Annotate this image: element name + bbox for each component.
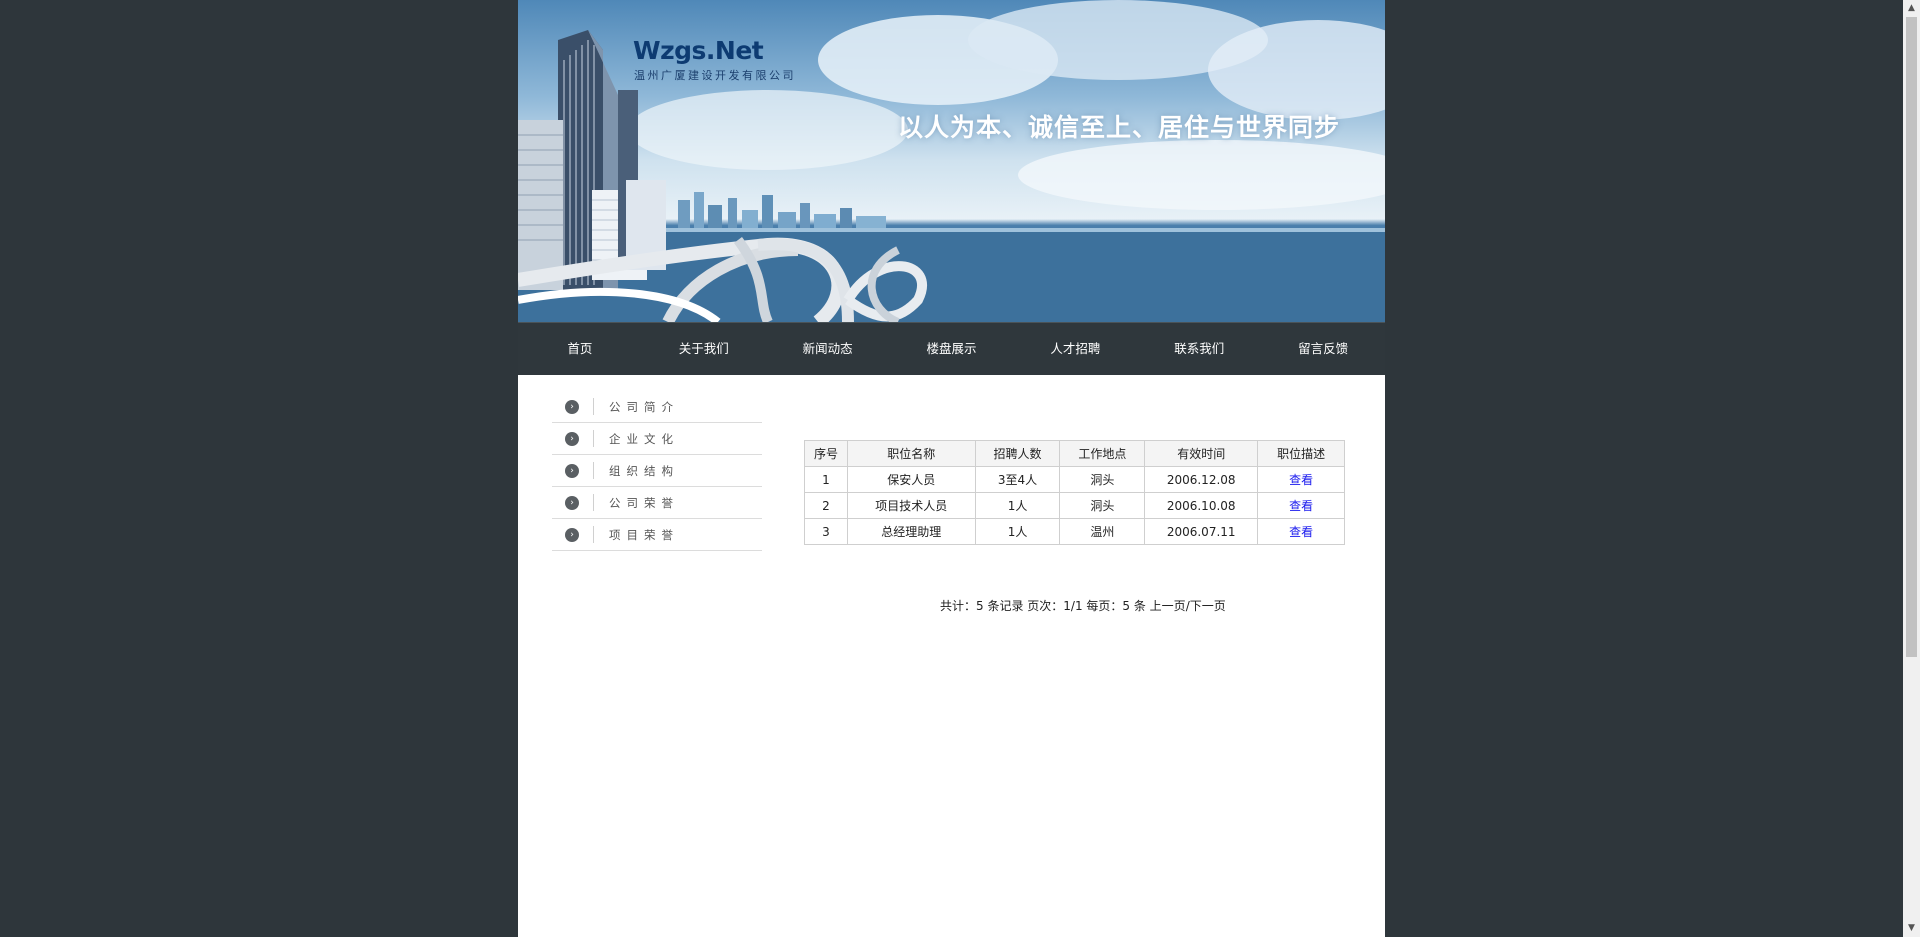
divider xyxy=(593,430,594,447)
job-listings-table: 序号 职位名称 招聘人数 工作地点 有效时间 职位描述 1 保安人员 3至4人 … xyxy=(804,440,1345,545)
slogan: 以人为本、诚信至上、居住与世界同步 xyxy=(898,113,1341,142)
cell-description: 查看 xyxy=(1257,466,1345,493)
sidebar-menu: › 公司简介 › 企业文化 › 组织结构 › 公司荣誉 › 项目荣誉 xyxy=(552,391,762,551)
cell-valid-date: 2006.10.08 xyxy=(1144,492,1259,519)
sidebar-item-label: 项目荣誉 xyxy=(609,528,679,542)
divider xyxy=(593,526,594,543)
cell-headcount: 3至4人 xyxy=(974,466,1061,493)
nav-item-properties[interactable]: 楼盘展示 xyxy=(890,323,1014,375)
sidebar-item-project-honors[interactable]: › 项目荣誉 xyxy=(552,519,762,551)
cell-headcount: 1人 xyxy=(974,492,1061,519)
nav-item-news[interactable]: 新闻动态 xyxy=(766,323,890,375)
nav-item-home[interactable]: 首页 xyxy=(518,323,642,375)
sidebar-item-label: 企业文化 xyxy=(609,432,679,446)
divider xyxy=(593,494,594,511)
table-header-row: 序号 职位名称 招聘人数 工作地点 有效时间 职位描述 xyxy=(804,440,1345,467)
cell-description: 查看 xyxy=(1257,492,1345,519)
chevron-right-icon: › xyxy=(565,432,579,446)
cell-position: 保安人员 xyxy=(846,466,976,493)
view-details-link[interactable]: 查看 xyxy=(1289,525,1313,539)
cell-location: 洞头 xyxy=(1059,466,1146,493)
cell-position: 项目技术人员 xyxy=(846,492,976,519)
scroll-down-arrow-icon[interactable]: ▼ xyxy=(1903,920,1920,937)
sidebar-item-label: 公司简介 xyxy=(609,400,679,414)
nav-item-careers[interactable]: 人才招聘 xyxy=(1013,323,1137,375)
column-header-headcount: 招聘人数 xyxy=(974,440,1061,467)
view-details-link[interactable]: 查看 xyxy=(1289,499,1313,513)
logo-text: Wzgs.Net xyxy=(633,36,764,65)
divider xyxy=(593,398,594,415)
chevron-right-icon: › xyxy=(565,464,579,478)
chevron-right-icon: › xyxy=(565,528,579,542)
page-container: Wzgs.Net 温州广厦建设开发有限公司 以人为本、诚信至上、居住与世界同步 … xyxy=(518,0,1385,937)
nav-item-feedback[interactable]: 留言反馈 xyxy=(1261,323,1385,375)
column-header-position: 职位名称 xyxy=(846,440,976,467)
chevron-right-icon: › xyxy=(565,496,579,510)
cell-number: 1 xyxy=(804,466,848,493)
sidebar-item-organization[interactable]: › 组织结构 xyxy=(552,455,762,487)
cell-location: 温州 xyxy=(1059,518,1146,545)
scroll-up-arrow-icon[interactable]: ▲ xyxy=(1903,0,1920,17)
nav-item-contact[interactable]: 联系我们 xyxy=(1137,323,1261,375)
sidebar-item-corporate-culture[interactable]: › 企业文化 xyxy=(552,423,762,455)
sidebar-item-label: 公司荣誉 xyxy=(609,496,679,510)
cell-position: 总经理助理 xyxy=(846,518,976,545)
cell-headcount: 1人 xyxy=(974,518,1061,545)
pagination: 共计：5 条记录 页次：1/1 每页：5 条 上一页/下一页 xyxy=(940,597,1226,614)
table-row: 2 项目技术人员 1人 洞头 2006.10.08 查看 xyxy=(804,492,1345,519)
main-navigation: 首页 关于我们 新闻动态 楼盘展示 人才招聘 联系我们 留言反馈 xyxy=(518,322,1385,375)
sidebar-item-label: 组织结构 xyxy=(609,464,679,478)
column-header-location: 工作地点 xyxy=(1059,440,1146,467)
scrollbar-thumb[interactable] xyxy=(1906,17,1917,657)
column-header-valid-date: 有效时间 xyxy=(1144,440,1259,467)
pagination-summary: 共计：5 条记录 页次：1/1 每页：5 条 xyxy=(940,599,1146,613)
sidebar-item-company-honors[interactable]: › 公司荣誉 xyxy=(552,487,762,519)
nav-item-about[interactable]: 关于我们 xyxy=(642,323,766,375)
cell-number: 3 xyxy=(804,518,848,545)
vertical-scrollbar[interactable]: ▲ ▼ xyxy=(1903,0,1920,937)
company-name: 温州广厦建设开发有限公司 xyxy=(634,69,796,82)
next-page-link[interactable]: 下一页 xyxy=(1190,599,1226,613)
cell-valid-date: 2006.07.11 xyxy=(1144,518,1259,545)
table-row: 3 总经理助理 1人 温州 2006.07.11 查看 xyxy=(804,518,1345,545)
column-header-number: 序号 xyxy=(804,440,848,467)
header-banner: Wzgs.Net 温州广厦建设开发有限公司 以人为本、诚信至上、居住与世界同步 xyxy=(518,0,1385,322)
sidebar-item-company-profile[interactable]: › 公司简介 xyxy=(552,391,762,423)
divider xyxy=(593,462,594,479)
cell-number: 2 xyxy=(804,492,848,519)
table-row: 1 保安人员 3至4人 洞头 2006.12.08 查看 xyxy=(804,466,1345,493)
chevron-right-icon: › xyxy=(565,400,579,414)
cell-location: 洞头 xyxy=(1059,492,1146,519)
column-header-description: 职位描述 xyxy=(1257,440,1345,467)
cell-description: 查看 xyxy=(1257,518,1345,545)
prev-page-link[interactable]: 上一页 xyxy=(1150,599,1186,613)
view-details-link[interactable]: 查看 xyxy=(1289,473,1313,487)
cell-valid-date: 2006.12.08 xyxy=(1144,466,1259,493)
